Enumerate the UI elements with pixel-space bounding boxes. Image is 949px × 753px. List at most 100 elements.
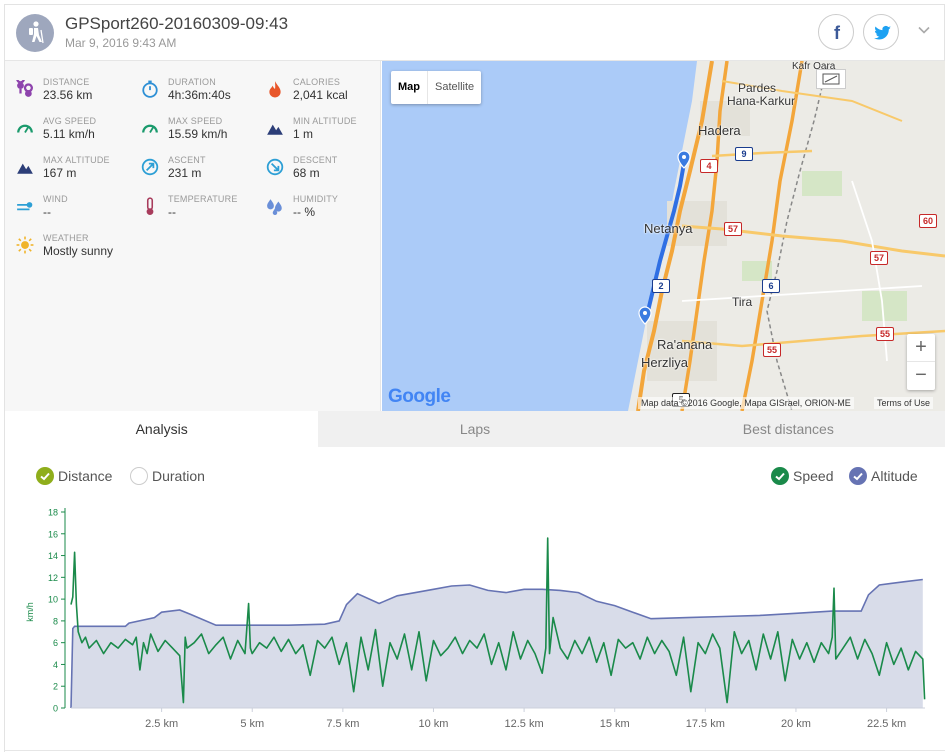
stopwatch-icon [142,80,158,98]
stat-value: Mostly sunny [43,244,114,258]
stat-value: 68 m [293,166,320,180]
zoom-in-button[interactable]: + [907,334,935,362]
map-city-label: Tira [732,295,753,309]
x-tick-label: 2.5 km [145,718,178,730]
tab-laps[interactable]: Laps [318,411,632,447]
y-tick-label: 12 [48,573,58,583]
y-tick-label: 14 [48,551,58,561]
road-shield: 4 [700,159,718,173]
stat-value: 4h:36m:40s [168,88,231,102]
x-tick-label: 5 km [240,718,264,730]
y-tick-label: 4 [53,660,58,670]
chevron-down-icon [918,26,930,34]
highway-9 [711,149,813,158]
stat-label: DISTANCE [43,77,90,87]
x-tick-label: 15 km [600,718,630,730]
panel-divider [5,750,945,751]
descent-icon [266,158,284,176]
road-shield: 55 [876,327,895,341]
sun-icon [16,236,34,254]
stat-label: CALORIES [293,77,341,87]
stat-value: 2,041 kcal [293,88,348,102]
mountain-icon [267,124,283,135]
park-3 [862,291,907,321]
map-city-label: Ra'anana [657,337,713,352]
check-icon [771,467,789,485]
park-1 [802,171,842,196]
x-tick-label: 20 km [781,718,811,730]
y-tick-label: 10 [48,595,58,605]
activity-date: Mar 9, 2016 9:43 AM [65,36,177,50]
speed-altitude-chart[interactable]: 0 2 4 6 8 10 12 14 16 18 2.5 km 5 km 7.5 km 10 km 12.5… [5,502,945,732]
avatar [16,14,54,52]
speed-toggle[interactable]: Speed [771,467,833,485]
stat-value: -- % [293,205,315,219]
map-type-control: Map Satellite [391,71,482,104]
stats-panel: DISTANCE 23.56 km DURATION 4h:36m:40s CALORI… [5,61,381,411]
x-tick-label: 22.5 km [867,718,906,730]
map-city-label: Hana-Karkur [727,94,796,108]
highway-55 [681,329,945,348]
y-tick-label: 0 [53,704,58,714]
stat-label: WIND [43,194,68,204]
zoom-control: + − [907,334,935,390]
stat-value: 5.11 km/h [43,127,95,141]
y-tick-label: 16 [48,529,58,539]
map-attribution: Map data ©2016 Google, Mapa GISrael, ORI… [638,397,854,409]
x-tick-label: 10 km [418,718,448,730]
y-axis-label: km/h [25,602,35,622]
route-map[interactable]: Pardes Hana-Karkur Hadera Netanya Tira R… [382,61,945,411]
mountain-icon [17,163,33,174]
distance-toggle[interactable]: Distance [36,467,112,485]
fullscreen-icon [822,73,840,85]
stat-label: DESCENT [293,155,338,165]
stat-value: 167 m [43,166,77,180]
speed-toggle-label: Speed [793,468,834,484]
y-tick-label: 6 [53,638,58,648]
activity-card: GPSport260-20160309-09:43 Mar 9, 2016 9:… [4,4,945,753]
stat-value: 231 m [168,166,202,180]
x-tick-label: 12.5 km [505,718,544,730]
altitude-toggle-label: Altitude [871,468,918,484]
satellite-view-button[interactable]: Satellite [427,71,481,104]
stat-value: -- [168,205,176,219]
expand-toggle[interactable] [917,23,931,42]
altitude-toggle[interactable]: Altitude [849,467,918,485]
droplets-icon [267,199,282,215]
distance-toggle-label: Distance [58,468,113,484]
analysis-tabs: Analysis Laps Best distances [5,411,945,447]
map-city-label: Herzliya [641,355,688,370]
stat-label: ASCENT [168,155,206,165]
twitter-icon [874,25,891,40]
stat-label: WEATHER [43,233,89,243]
tab-analysis[interactable]: Analysis [5,411,319,447]
stat-label: DURATION [168,77,216,87]
zoom-out-button[interactable]: − [907,362,935,390]
map-city-label: Hadera [698,123,741,138]
facebook-share-button[interactable]: f [818,14,854,50]
stat-label: MIN ALTITUDE [293,116,357,126]
stat-value: 1 m [293,127,314,141]
duration-toggle[interactable]: Duration [130,467,205,485]
road-shield: 9 [735,147,753,161]
check-icon [849,467,867,485]
speedometer-icon [142,124,158,133]
map-view-button[interactable]: Map [391,71,427,104]
twitter-share-button[interactable] [863,14,899,50]
flame-icon [269,81,281,98]
road-shield: 6 [762,279,780,293]
wind-icon [17,202,33,211]
start-marker [677,150,691,169]
terms-of-use-link[interactable]: Terms of Use [874,397,934,409]
fullscreen-button[interactable] [816,69,846,89]
activity-header: GPSport260-20160309-09:43 Mar 9, 2016 9:… [5,5,944,61]
unchecked-circle-icon [130,467,148,485]
speedometer-icon [17,124,33,133]
map-city-label: Pardes [738,81,777,95]
x-tick-label: 17.5 km [686,718,725,730]
stat-value: 15.59 km/h [168,127,228,141]
road-shield: 55 [763,343,782,357]
hiking-icon [29,21,44,44]
tab-best-distances[interactable]: Best distances [631,411,945,447]
road-shield: 2 [652,279,670,293]
